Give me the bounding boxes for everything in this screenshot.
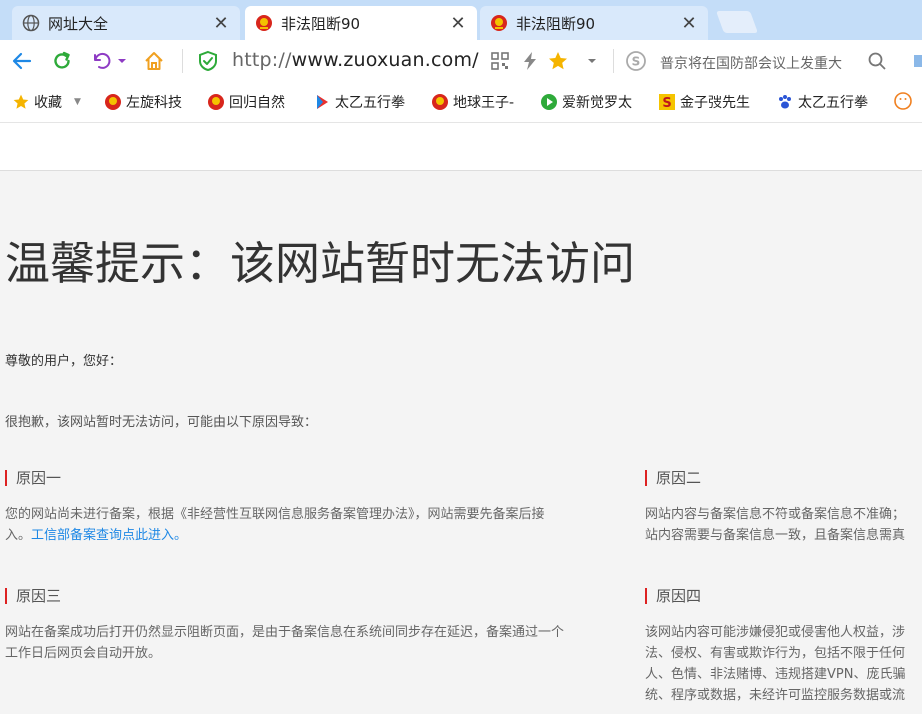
url-host: www.zuoxuan.com/ [291, 49, 479, 71]
bookmarks-bar: 收藏 ▼ 左旋科技 回归自然 太乙五行拳 地球王子- 爱新觉罗太 S 金子弢先生… [0, 82, 922, 123]
chevron-down-icon[interactable] [114, 49, 130, 73]
reason-line: 该网站内容可能涉嫌侵犯或侵害他人权益，涉 [645, 625, 906, 640]
close-icon[interactable]: ✕ [680, 13, 698, 34]
reason-line: 网站内容与备案信息不符或备案信息不准确； [645, 507, 906, 522]
svg-text:S: S [632, 55, 641, 69]
icp-lookup-link[interactable]: 工信部备案查询点此进入。 [31, 528, 187, 543]
reason-title: 原因三 [5, 587, 615, 605]
navigation-toolbar: http://www.zuoxuan.com/ S 普京将在国防部会议上发重大 [0, 40, 922, 82]
sogou-search-icon[interactable]: S [624, 49, 648, 73]
emblem-icon [255, 14, 273, 32]
refresh-icon[interactable] [50, 49, 74, 73]
reason-block-3: 原因三 网站在备案成功后打开仍然显示阻断页面，是由于备案信息在系统间同步存在延迟… [5, 587, 615, 664]
bookmark-label: 回归自然 [229, 95, 285, 111]
reason-title: 原因一 [5, 469, 615, 487]
apology-text: 很抱歉，该网站暂时无法访问，可能由以下原因导致： [5, 415, 318, 430]
bookmark-item[interactable]: 太乙五行拳 [313, 92, 405, 112]
reason-line: 工作日后网页会自动开放。 [5, 646, 162, 661]
search-icon[interactable] [865, 49, 889, 73]
youku-icon [313, 93, 331, 111]
reason-block-2: 原因二 网站内容与备案信息不符或备案信息不准确； 站内容需要与备案信息一致，且备… [645, 469, 922, 546]
reason-line: 入。 [5, 528, 32, 543]
bookmark-item[interactable]: S 金子弢先生 [658, 92, 750, 112]
chevron-down-icon[interactable] [580, 49, 604, 73]
reason-body: 网站内容与备案信息不符或备案信息不准确； 站内容需要与备案信息一致，且备案信息需… [645, 504, 922, 546]
play-icon [540, 93, 558, 111]
reason-body: 该网站内容可能涉嫌侵犯或侵害他人权益，涉 法、侵权、有害或欺诈行为，包括不限于任… [645, 622, 922, 706]
star-icon [12, 93, 30, 111]
toolbar-divider [613, 49, 614, 73]
back-arrow-icon[interactable] [10, 49, 34, 73]
chevron-down-icon[interactable]: ▼ [74, 97, 81, 107]
s-logo-icon: S [658, 93, 676, 111]
svg-text:S: S [662, 96, 671, 111]
tab-nav-directory[interactable]: 网址大全 ✕ [12, 6, 240, 40]
tab-label: 非法阻断90 [516, 14, 596, 33]
reason-title: 原因四 [645, 587, 922, 605]
home-icon[interactable] [142, 49, 166, 73]
toolbar-divider [182, 49, 183, 73]
reason-title: 原因二 [645, 469, 922, 487]
emblem-icon [490, 14, 508, 32]
emblem-icon [104, 93, 122, 111]
page-header-strip [0, 123, 922, 171]
globe-icon [22, 14, 40, 32]
bookmark-label: 太乙五行拳 [335, 95, 405, 111]
reason-line: 法、侵权、有害或欺诈行为，包括不限于任何 [645, 646, 906, 661]
bookmark-label: 左旋科技 [126, 95, 182, 111]
reason-block-1: 原因一 您的网站尚未进行备案，根据《非经营性互联网信息服务备案管理办法》，网站需… [5, 469, 615, 546]
reason-line: 网站在备案成功后打开仍然显示阻断页面，是由于备案信息在系统间同步存在延迟，备案通… [5, 625, 565, 640]
bookmark-label: 收藏 [34, 95, 62, 111]
reason-body: 您的网站尚未进行备案，根据《非经营性互联网信息服务备案管理办法》，网站需要先备案… [5, 504, 615, 546]
bookmark-label: 金子弢先生 [680, 95, 750, 111]
emblem-icon [431, 93, 449, 111]
close-icon[interactable]: ✕ [212, 13, 230, 34]
tab-label: 网址大全 [48, 14, 109, 33]
bookmark-item[interactable]: 地球王子- [431, 92, 514, 112]
shield-check-icon[interactable] [196, 49, 220, 73]
lightning-icon[interactable] [518, 49, 542, 73]
url-protocol: http:// [232, 49, 292, 71]
blocked-notice-page: 温馨提示：该网站暂时无法访问 尊敬的用户，您好： 很抱歉，该网站暂时无法访问，可… [5, 171, 922, 714]
reason-block-4: 原因四 该网站内容可能涉嫌侵犯或侵害他人权益，涉 法、侵权、有害或欺诈行为，包括… [645, 587, 922, 706]
star-icon[interactable] [546, 49, 570, 73]
address-bar-url[interactable]: http://www.zuoxuan.com/ [232, 49, 479, 71]
new-tab-button[interactable] [715, 11, 759, 33]
bookmark-favorites[interactable]: 收藏 ▼ [12, 92, 81, 112]
search-input[interactable]: 普京将在国防部会议上发重大 [660, 53, 860, 73]
tab-blocked-page-active[interactable]: 非法阻断90 ✕ [245, 6, 477, 40]
tab-label: 非法阻断90 [281, 14, 361, 33]
greeting-text: 尊敬的用户，您好： [5, 354, 123, 369]
bookmark-label: 太乙五行拳 [798, 95, 868, 111]
reason-line: 站内容需要与备案信息一致，且备案信息需真 [645, 528, 906, 543]
emblem-icon [207, 93, 225, 111]
extension-icon[interactable] [904, 49, 922, 73]
reason-line: 人、色情、非法赌博、违规搭建VPN、庞氏骗 [645, 667, 906, 682]
bookmark-item[interactable]: 回归自然 [207, 92, 285, 112]
reason-line: 统、程序或数据，未经许可监控服务数据或流 [645, 688, 906, 703]
bookmark-item[interactable]: 左旋科技 [104, 92, 182, 112]
tab-blocked-page[interactable]: 非法阻断90 ✕ [480, 6, 708, 40]
smiley-icon [894, 92, 912, 110]
reason-body: 网站在备案成功后打开仍然显示阻断页面，是由于备案信息在系统间同步存在延迟，备案通… [5, 622, 615, 664]
bookmark-label: 爱新觉罗太 [562, 95, 632, 111]
reason-line: 您的网站尚未进行备案，根据《非经营性互联网信息服务备案管理办法》，网站需要先备案… [5, 507, 545, 522]
bookmark-item[interactable]: 爱新觉罗太 [540, 92, 632, 112]
page-title: 温馨提示：该网站暂时无法访问 [5, 237, 636, 290]
paw-icon [776, 93, 794, 111]
bookmark-item[interactable]: 太乙五行拳 [776, 92, 868, 112]
tab-bar: 网址大全 ✕ 非法阻断90 ✕ 非法阻断90 ✕ [0, 0, 922, 40]
bookmark-overflow[interactable] [894, 92, 916, 110]
qr-code-icon[interactable] [488, 49, 512, 73]
close-icon[interactable]: ✕ [449, 13, 467, 34]
bookmark-label: 地球王子- [453, 95, 515, 111]
undo-icon[interactable] [90, 49, 114, 73]
